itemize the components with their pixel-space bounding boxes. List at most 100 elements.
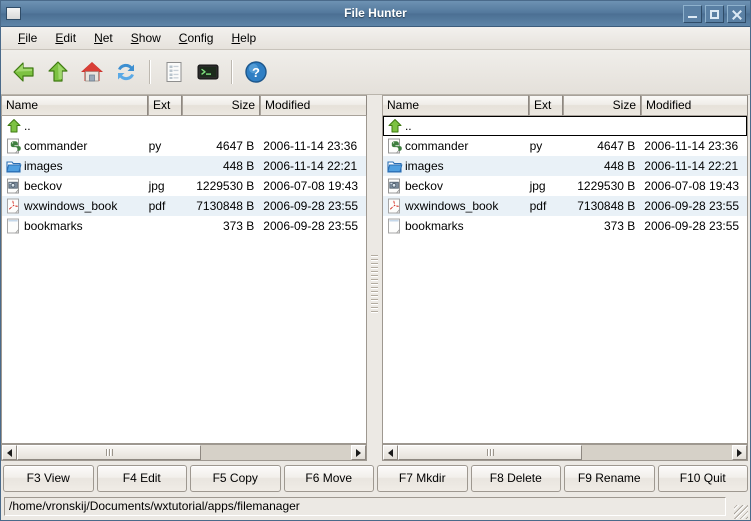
file-modified: 2006-07-08 19:43 bbox=[259, 176, 366, 196]
file-name: .. bbox=[24, 116, 148, 136]
scroll-thumb[interactable] bbox=[17, 445, 201, 460]
splitter-grip-icon bbox=[371, 255, 378, 313]
menu-item-show[interactable]: Show bbox=[122, 28, 170, 48]
maximize-icon bbox=[710, 10, 719, 19]
triangle-left-icon bbox=[7, 449, 12, 457]
file-modified: 2006-07-08 19:43 bbox=[640, 176, 747, 196]
column-header-size[interactable]: Size bbox=[563, 95, 641, 116]
table-row[interactable]: commander py 4647 B 2006-11-14 23:36 bbox=[2, 136, 366, 156]
terminal-icon bbox=[195, 59, 221, 85]
file-ext: jpg bbox=[148, 176, 182, 196]
f8-delete-button[interactable]: F8 Delete bbox=[471, 465, 562, 492]
scroll-right-button[interactable] bbox=[351, 445, 366, 460]
file-ext: pdf bbox=[148, 196, 182, 216]
grip-icon bbox=[106, 449, 113, 456]
file-name: wxwindows_book bbox=[405, 196, 529, 216]
table-row[interactable]: wxwindows_book pdf 7130848 B 2006-09-28 … bbox=[383, 196, 747, 216]
minimize-icon bbox=[688, 16, 697, 18]
menu-item-net[interactable]: Net bbox=[85, 28, 122, 48]
column-header-modified[interactable]: Modified bbox=[260, 95, 367, 116]
pdf-file-icon bbox=[2, 198, 24, 214]
toolbar-separator-2 bbox=[231, 60, 233, 84]
menu-item-config[interactable]: Config bbox=[170, 28, 223, 48]
right-file-panel[interactable]: Name Ext Size Modified .. bbox=[382, 95, 748, 444]
file-name: images bbox=[405, 156, 529, 176]
home-button[interactable] bbox=[75, 55, 109, 89]
help-icon: ? bbox=[243, 59, 269, 85]
file-ext: jpg bbox=[529, 176, 563, 196]
refresh-button[interactable] bbox=[109, 55, 143, 89]
f7-mkdir-button[interactable]: F7 Mkdir bbox=[377, 465, 468, 492]
close-button[interactable] bbox=[727, 5, 746, 23]
title-bar[interactable]: File Hunter bbox=[1, 1, 750, 27]
f6-move-button[interactable]: F6 Move bbox=[284, 465, 375, 492]
file-name: wxwindows_book bbox=[24, 196, 148, 216]
column-header-ext[interactable]: Ext bbox=[148, 95, 182, 116]
left-file-list[interactable]: .. commander py bbox=[1, 116, 367, 444]
table-row[interactable]: bookmarks 373 B 2006-09-28 23:55 bbox=[383, 216, 747, 236]
file-modified: 2006-09-28 23:55 bbox=[640, 216, 747, 236]
table-row[interactable]: wxwindows_book pdf 7130848 B 2006-09-28 … bbox=[2, 196, 366, 216]
minimize-button[interactable] bbox=[683, 5, 702, 23]
parent-directory-row[interactable]: .. bbox=[383, 116, 747, 136]
f10-quit-button[interactable]: F10 Quit bbox=[658, 465, 749, 492]
window-controls bbox=[683, 5, 746, 23]
right-file-list[interactable]: .. commander py bbox=[382, 116, 748, 444]
scroll-track[interactable] bbox=[398, 445, 732, 460]
menu-item-edit[interactable]: Edit bbox=[46, 28, 85, 48]
file-modified: 2006-11-14 23:36 bbox=[259, 136, 366, 156]
scroll-thumb[interactable] bbox=[398, 445, 582, 460]
left-horizontal-scrollbar[interactable] bbox=[1, 444, 367, 461]
column-header-name[interactable]: Name bbox=[382, 95, 529, 116]
f5-copy-button[interactable]: F5 Copy bbox=[190, 465, 281, 492]
table-row[interactable]: beckov jpg 1229530 B 2006-07-08 19:43 bbox=[383, 176, 747, 196]
column-header-name[interactable]: Name bbox=[1, 95, 148, 116]
terminal-button[interactable] bbox=[191, 55, 225, 89]
up-button[interactable] bbox=[41, 55, 75, 89]
pdf-file-icon bbox=[383, 198, 405, 214]
refresh-icon bbox=[113, 59, 139, 85]
column-header-size[interactable]: Size bbox=[182, 95, 260, 116]
document-icon bbox=[161, 59, 187, 85]
column-header-ext[interactable]: Ext bbox=[529, 95, 563, 116]
window-title: File Hunter bbox=[1, 1, 750, 26]
document-button[interactable] bbox=[157, 55, 191, 89]
scroll-left-button[interactable] bbox=[383, 445, 398, 460]
file-name: .. bbox=[405, 116, 529, 136]
table-row[interactable]: images 448 B 2006-11-14 22:21 bbox=[383, 156, 747, 176]
scroll-left-button[interactable] bbox=[2, 445, 17, 460]
parent-directory-row[interactable]: .. bbox=[2, 116, 366, 136]
current-path: /home/vronskij/Documents/wxtutorial/apps… bbox=[4, 497, 726, 516]
file-modified: 2006-09-28 23:55 bbox=[259, 196, 366, 216]
menu-item-file[interactable]: File bbox=[9, 28, 46, 48]
file-name: bookmarks bbox=[405, 216, 529, 236]
scroll-right-button[interactable] bbox=[732, 445, 747, 460]
scroll-track[interactable] bbox=[17, 445, 351, 460]
table-row[interactable]: commander py 4647 B 2006-11-14 23:36 bbox=[383, 136, 747, 156]
help-button[interactable]: ? bbox=[239, 55, 273, 89]
left-file-panel[interactable]: Name Ext Size Modified .. bbox=[1, 95, 367, 444]
f9-rename-button[interactable]: F9 Rename bbox=[564, 465, 655, 492]
right-horizontal-scrollbar[interactable] bbox=[382, 444, 748, 461]
panel-splitter[interactable] bbox=[367, 95, 382, 444]
menu-item-help[interactable]: Help bbox=[222, 28, 265, 48]
toolbar-separator-1 bbox=[149, 60, 151, 84]
maximize-button[interactable] bbox=[705, 5, 724, 23]
window-icon bbox=[6, 7, 21, 20]
up-arrow-icon bbox=[383, 118, 405, 134]
table-row[interactable]: bookmarks 373 B 2006-09-28 23:55 bbox=[2, 216, 366, 236]
table-row[interactable]: beckov jpg 1229530 B 2006-07-08 19:43 bbox=[2, 176, 366, 196]
home-icon bbox=[79, 59, 105, 85]
resize-grip-icon[interactable] bbox=[734, 505, 748, 519]
column-header-modified[interactable]: Modified bbox=[641, 95, 748, 116]
file-size: 373 B bbox=[182, 216, 260, 236]
f3-view-button[interactable]: F3 View bbox=[3, 465, 94, 492]
python-file-icon bbox=[2, 138, 24, 154]
file-ext: py bbox=[148, 136, 182, 156]
file-size: 373 B bbox=[563, 216, 641, 236]
table-row[interactable]: images 448 B 2006-11-14 22:21 bbox=[2, 156, 366, 176]
file-modified: 2006-11-14 22:21 bbox=[259, 156, 366, 176]
file-size: 1229530 B bbox=[563, 176, 641, 196]
f4-edit-button[interactable]: F4 Edit bbox=[97, 465, 188, 492]
back-button[interactable] bbox=[7, 55, 41, 89]
